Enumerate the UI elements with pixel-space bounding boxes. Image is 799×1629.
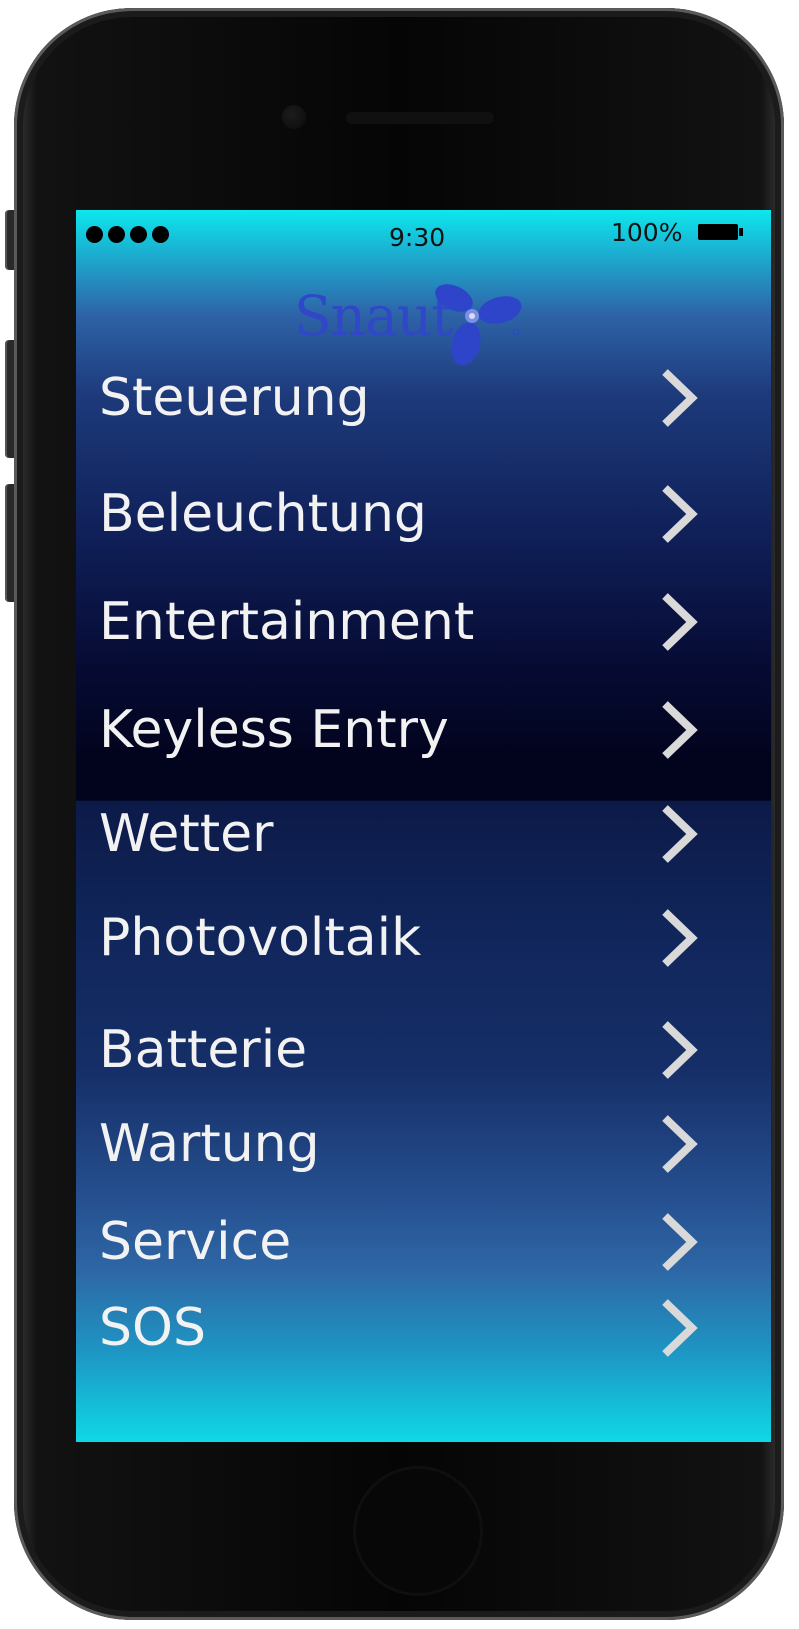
menu-item-label: Beleuchtung xyxy=(99,484,427,544)
menu-item-wartung[interactable]: Wartung xyxy=(76,1099,771,1189)
menu-item-label: Entertainment xyxy=(99,592,475,652)
chevron-right-icon[interactable] xyxy=(659,1019,699,1081)
main-menu: Steuerung Beleuchtung Entertainment Keyless… xyxy=(76,210,771,1442)
chevron-right-icon[interactable] xyxy=(659,367,699,429)
menu-item-wetter[interactable]: Wetter xyxy=(76,789,771,879)
chevron-right-icon[interactable] xyxy=(659,1113,699,1175)
menu-item-label: Photovoltaik xyxy=(99,908,422,968)
app-screen: 9:30 100% Snaut Steuerung Beleuchtung Ente… xyxy=(76,210,771,1442)
menu-item-photovoltaik[interactable]: Photovoltaik xyxy=(76,893,771,983)
earpiece-speaker xyxy=(346,112,494,124)
menu-item-steuerung[interactable]: Steuerung xyxy=(76,353,771,443)
home-button[interactable] xyxy=(353,1466,483,1596)
menu-item-label: Keyless Entry xyxy=(99,700,449,760)
chevron-right-icon[interactable] xyxy=(659,907,699,969)
menu-item-label: Steuerung xyxy=(99,368,370,428)
chevron-right-icon[interactable] xyxy=(659,1211,699,1273)
menu-item-sos[interactable]: SOS xyxy=(76,1283,771,1373)
menu-item-batterie[interactable]: Batterie xyxy=(76,1005,771,1095)
menu-item-entertainment[interactable]: Entertainment xyxy=(76,577,771,667)
volume-up-button[interactable] xyxy=(5,340,14,458)
menu-item-keyless-entry[interactable]: Keyless Entry xyxy=(76,685,771,775)
mute-switch[interactable] xyxy=(5,210,14,270)
menu-item-label: Wartung xyxy=(99,1114,320,1174)
menu-item-label: Batterie xyxy=(99,1020,308,1080)
chevron-right-icon[interactable] xyxy=(659,591,699,653)
chevron-right-icon[interactable] xyxy=(659,699,699,761)
chevron-right-icon[interactable] xyxy=(659,483,699,545)
menu-item-label: Wetter xyxy=(99,804,274,864)
menu-item-label: Service xyxy=(99,1212,292,1272)
front-camera xyxy=(282,105,306,129)
menu-item-service[interactable]: Service xyxy=(76,1197,771,1287)
menu-item-label: SOS xyxy=(99,1298,206,1358)
chevron-right-icon[interactable] xyxy=(659,1297,699,1359)
chevron-right-icon[interactable] xyxy=(659,803,699,865)
menu-item-beleuchtung[interactable]: Beleuchtung xyxy=(76,469,771,559)
volume-down-button[interactable] xyxy=(5,484,14,602)
phone-frame: 9:30 100% Snaut Steuerung Beleuchtung Ente… xyxy=(14,8,784,1620)
